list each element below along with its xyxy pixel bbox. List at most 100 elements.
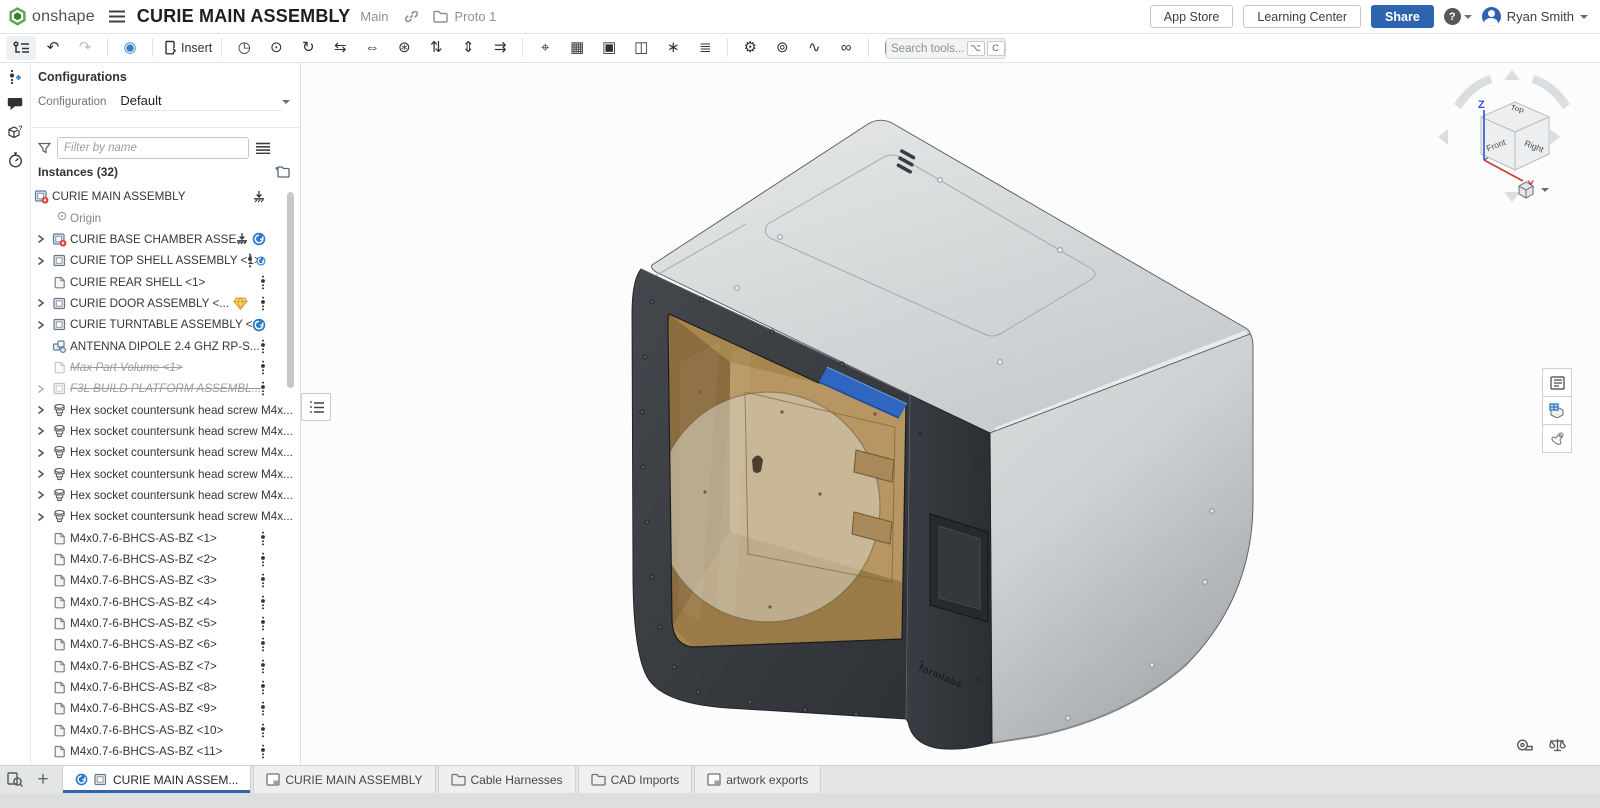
learning-center-button[interactable]: Learning Center bbox=[1243, 5, 1361, 28]
gear-relation-button[interactable]: ⚙ bbox=[735, 36, 765, 60]
tree-item[interactable]: Hex socket countersunk head screw M4x... bbox=[30, 463, 300, 484]
expand-chevron-icon[interactable] bbox=[36, 468, 48, 480]
mate-slider-button[interactable]: ⇆ bbox=[325, 36, 355, 60]
mate-connector-button[interactable]: ⌖ bbox=[530, 36, 560, 60]
mate-planar-button[interactable]: ⇔ bbox=[357, 36, 387, 60]
expand-chevron-icon[interactable] bbox=[36, 297, 48, 309]
printer-model[interactable]: formlabs bbox=[300, 62, 1600, 765]
measure-icon[interactable] bbox=[1516, 737, 1534, 753]
bom-panel-button[interactable] bbox=[1542, 397, 1572, 425]
tree-item[interactable]: Hex socket countersunk head screw M4x... bbox=[30, 399, 300, 420]
project-name[interactable]: Proto 1 bbox=[454, 9, 496, 24]
configuration-select[interactable]: Default bbox=[120, 93, 282, 111]
mate-revolute-button[interactable]: ↻ bbox=[293, 36, 323, 60]
tab-search-icon[interactable] bbox=[0, 766, 30, 793]
tree-scrollbar-thumb[interactable] bbox=[287, 192, 294, 388]
collapse-tree-button[interactable] bbox=[301, 393, 331, 421]
tree-item[interactable]: Hex socket countersunk head screw M4x... bbox=[30, 442, 300, 463]
revert-history-button[interactable]: ◷ bbox=[229, 36, 259, 60]
workspace-name[interactable]: Main bbox=[360, 9, 388, 24]
tree-item[interactable]: CURIE MAIN ASSEMBLY bbox=[30, 186, 300, 207]
tree-item[interactable]: CURIE REAR SHELL <1> bbox=[30, 271, 300, 292]
expand-chevron-icon[interactable] bbox=[36, 425, 48, 437]
tree-item[interactable]: CURIE DOOR ASSEMBLY <... bbox=[30, 293, 300, 314]
tree-item[interactable]: Origin bbox=[30, 207, 300, 228]
filter-icon[interactable] bbox=[38, 142, 51, 155]
tree-item[interactable]: CURIE TURNTABLE ASSEMBLY <... bbox=[30, 314, 300, 335]
link-icon[interactable] bbox=[404, 9, 419, 24]
tree-item[interactable]: M4x0.7-6-BHCS-AS-BZ <5> bbox=[30, 613, 300, 634]
tree-item[interactable]: CURIE TOP SHELL ASSEMBLY <1> bbox=[30, 250, 300, 271]
mass-properties-icon[interactable] bbox=[1549, 737, 1566, 753]
undo-button[interactable]: ↶ bbox=[38, 36, 68, 60]
document-tab-active[interactable]: CURIE MAIN ASSEM... bbox=[62, 766, 251, 793]
mate-pin-slot-button[interactable]: ⇅ bbox=[421, 36, 451, 60]
mate-ball-button[interactable]: ⊛ bbox=[389, 36, 419, 60]
linear-pattern-button[interactable]: ▣ bbox=[594, 36, 624, 60]
tree-item[interactable]: F3L BUILD PLATFORM ASSEMBL... bbox=[30, 378, 300, 399]
rack-pinion-relation-button[interactable]: ⊚ bbox=[767, 36, 797, 60]
document-tab[interactable]: artwork exports bbox=[694, 766, 821, 793]
insert-button[interactable]: Insert bbox=[160, 36, 214, 60]
insert-folder-icon[interactable] bbox=[274, 164, 290, 178]
tree-item[interactable]: ANTENNA DIPOLE 2.4 GHZ RP-S... bbox=[30, 335, 300, 356]
performance-panel-button[interactable] bbox=[0, 146, 30, 174]
tree-item[interactable]: M4x0.7-6-BHCS-AS-BZ <7> bbox=[30, 656, 300, 677]
mate-parallel-button[interactable]: ⇉ bbox=[485, 36, 515, 60]
update-in-context-button[interactable]: ◉ bbox=[115, 36, 145, 60]
tree-item[interactable]: Max Part Volume <1> bbox=[30, 357, 300, 378]
tree-item[interactable]: M4x0.7-6-BHCS-AS-BZ <1> bbox=[30, 528, 300, 549]
mate-cylindrical-button[interactable]: ⇕ bbox=[453, 36, 483, 60]
document-tab[interactable]: Cable Harnesses bbox=[438, 766, 576, 793]
assembly-structure-button[interactable] bbox=[6, 36, 36, 60]
view-mode-dropdown[interactable] bbox=[1516, 180, 1549, 200]
tree-item[interactable]: Hex socket countersunk head screw M4x... bbox=[30, 506, 300, 527]
tree-item[interactable]: M4x0.7-6-BHCS-AS-BZ <2> bbox=[30, 549, 300, 570]
help-panel-button[interactable]: ? bbox=[0, 118, 30, 146]
tree-item[interactable]: M4x0.7-6-BHCS-AS-BZ <3> bbox=[30, 570, 300, 591]
tree-item[interactable]: M4x0.7-6-BHCS-AS-BZ <4> bbox=[30, 592, 300, 613]
replicate-button[interactable]: ▦ bbox=[562, 36, 592, 60]
belt-relation-button[interactable]: ∞ bbox=[831, 36, 861, 60]
list-view-icon[interactable] bbox=[256, 142, 270, 154]
circular-pattern-button[interactable]: ◫ bbox=[626, 36, 656, 60]
mate-fastened-button[interactable]: ⊙ bbox=[261, 36, 291, 60]
tree-item[interactable]: CURIE BASE CHAMBER ASSE... bbox=[30, 229, 300, 250]
user-menu[interactable]: Ryan Smith bbox=[1482, 7, 1588, 26]
tree-item[interactable]: Hex socket countersunk head screw M4x... bbox=[30, 485, 300, 506]
document-tab[interactable]: CAD Imports bbox=[578, 766, 693, 793]
exploded-view-button[interactable]: ∗ bbox=[658, 36, 688, 60]
features-list-panel-button[interactable] bbox=[1542, 368, 1572, 397]
tree-item[interactable]: M4x0.7-6-BHCS-AS-BZ <6> bbox=[30, 634, 300, 655]
named-positions-button[interactable]: ≣ bbox=[690, 36, 720, 60]
tree-item[interactable]: M4x0.7-6-BHCS-AS-BZ <11> bbox=[30, 741, 300, 762]
comments-panel-button[interactable] bbox=[0, 90, 30, 118]
configurations-panel-button[interactable] bbox=[0, 62, 30, 90]
expand-chevron-icon[interactable] bbox=[36, 489, 48, 501]
expand-chevron-icon[interactable] bbox=[36, 233, 48, 245]
view-cube[interactable]: Top Front Right Z X bbox=[1430, 64, 1580, 214]
configuration-panel-button[interactable] bbox=[1542, 425, 1572, 453]
expand-chevron-icon[interactable] bbox=[36, 383, 48, 395]
expand-chevron-icon[interactable] bbox=[36, 255, 48, 267]
share-button[interactable]: Share bbox=[1371, 5, 1434, 28]
help-menu[interactable]: ? bbox=[1444, 8, 1472, 25]
expand-chevron-icon[interactable] bbox=[36, 447, 48, 459]
expand-chevron-icon[interactable] bbox=[36, 319, 48, 331]
onshape-logo[interactable]: onshape bbox=[8, 7, 95, 26]
tree-item[interactable]: M4x0.7-6-BHCS-AS-BZ <8> bbox=[30, 677, 300, 698]
expand-chevron-icon[interactable] bbox=[36, 404, 48, 416]
tree-item[interactable]: M4x0.7-6-BHCS-AS-BZ <10> bbox=[30, 720, 300, 741]
expand-chevron-icon[interactable] bbox=[36, 511, 48, 523]
filter-input[interactable] bbox=[57, 137, 249, 159]
screw-relation-button[interactable]: ∿ bbox=[799, 36, 829, 60]
tree-item[interactable]: M4x0.7-6-BHCS-AS-BZ <9> bbox=[30, 698, 300, 719]
search-tools-box[interactable]: Search tools... ⌥C bbox=[886, 38, 1006, 59]
configuration-caret-icon[interactable] bbox=[282, 100, 290, 104]
tree-item[interactable]: Hex socket countersunk head screw M4x... bbox=[30, 421, 300, 442]
document-tab[interactable]: CURIE MAIN ASSEMBLY bbox=[253, 766, 435, 793]
redo-button[interactable]: ↷ bbox=[70, 36, 100, 60]
new-tab-button[interactable]: + bbox=[30, 766, 56, 793]
app-store-button[interactable]: App Store bbox=[1150, 5, 1234, 28]
viewport-canvas[interactable]: formlabs Top bbox=[300, 62, 1600, 765]
